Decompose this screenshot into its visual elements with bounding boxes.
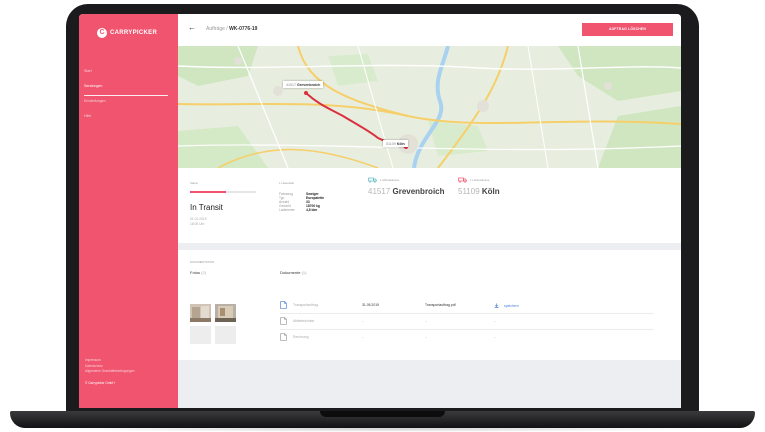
sidebar-item-einstellungen[interactable]: Einstellungen <box>84 96 168 111</box>
document-date: – <box>362 335 364 339</box>
document-row[interactable]: Ablieferschein – – – <box>280 314 654 330</box>
document-row[interactable]: Transportauftrag 31.05.2019 Transportauf… <box>280 298 654 314</box>
document-icon <box>280 317 287 325</box>
sidebar-item-start[interactable]: Start <box>84 66 168 81</box>
sidebar: C CARRYPICKER Start Sendungen Einstellun… <box>79 14 178 408</box>
status-time: 18:00 Uhr <box>190 221 205 226</box>
photo-placeholder <box>190 326 211 344</box>
map-destination-label: 51109 Köln <box>383 140 408 147</box>
save-document-button[interactable]: speichern <box>494 303 519 308</box>
document-action: – <box>494 335 496 339</box>
document-name: Rechnung <box>293 335 309 339</box>
document-date: – <box>362 319 364 323</box>
app-screen: C CARRYPICKER Start Sendungen Einstellun… <box>79 14 681 408</box>
carrypicker-logo-icon: C <box>97 28 107 38</box>
photo-thumbnail[interactable] <box>190 304 211 322</box>
back-arrow-icon[interactable]: ← <box>188 24 196 32</box>
pickup-zip: 41517 <box>368 187 391 196</box>
brand-logo[interactable]: C CARRYPICKER <box>97 28 157 38</box>
document-date: 31.05.2019 <box>362 303 379 307</box>
load-details: Fahrzeug Sweiger Typ Europalette Anzahl … <box>279 192 324 212</box>
pallet-photo-icon <box>215 304 236 322</box>
pallet-photo-icon <box>190 304 211 322</box>
breadcrumb-parent[interactable]: Aufträge <box>206 26 225 32</box>
delivery-truck-icon <box>458 177 467 183</box>
brand-name: CARRYPICKER <box>110 30 158 36</box>
document-action: – <box>494 319 496 323</box>
delivery-label: 1 Lieferadresse <box>470 178 490 182</box>
photo-placeholder <box>215 326 236 344</box>
status-datetime: 01.01.2019 18:00 Uhr <box>190 217 207 226</box>
pickup-label: 1 Abholadresse <box>380 178 400 182</box>
pickup-city: Grevenbroich <box>392 187 445 196</box>
copyright: © Carrypicker GmbH <box>85 380 115 385</box>
delivery-city: Köln <box>481 187 500 196</box>
delete-order-button[interactable]: AUFTRAG LÖSCHEN <box>582 23 673 36</box>
load-label: 1 Ladestelle <box>279 181 295 185</box>
status-date: 01.01.2019 <box>190 217 207 221</box>
status-progress-fill <box>190 191 227 193</box>
shipment-info-card: Status In Transit 01.01.2019 18:00 Uhr 1… <box>178 168 681 243</box>
documentation-card: DOKUMENTATION Fotos (2) Dokumente (1) Tr… <box>178 250 681 360</box>
sidebar-footer: Impressum Datenschutz Allgemeine Geschäf… <box>85 358 173 385</box>
laptop-notch <box>320 411 445 417</box>
document-file: – <box>425 319 427 323</box>
photos-heading: Fotos (2) <box>190 270 207 275</box>
status-value: In Transit <box>190 203 223 212</box>
document-row[interactable]: Rechnung – – – <box>280 330 654 346</box>
document-name: Transportauftrag <box>293 303 318 307</box>
document-file: – <box>425 335 427 339</box>
load-row: Lademeter 4,8 ldm <box>279 208 318 213</box>
route-map[interactable]: 41517 Grevenbroich 51109 Köln <box>178 46 681 168</box>
delivery-zip: 51109 <box>458 187 480 196</box>
footer-link-agb[interactable]: Allgemeine Geschäftsbedingungen <box>85 369 173 375</box>
map-canvas <box>178 46 681 168</box>
pickup-truck-icon <box>368 177 377 183</box>
laptop-shadow <box>40 426 725 432</box>
document-name: Ablieferschein <box>293 319 315 323</box>
download-icon <box>494 303 499 308</box>
photo-thumbnail[interactable] <box>215 304 236 322</box>
breadcrumb-current: WK-0776-19 <box>229 26 258 32</box>
delivery-address: 1 Lieferadresse 51109 Köln <box>458 177 500 196</box>
document-icon <box>280 301 287 309</box>
document-file[interactable]: Transportauftrag.pdf <box>425 303 456 307</box>
documentation-title: DOKUMENTATION <box>190 260 215 264</box>
documents-heading: Dokumente (1) <box>280 270 307 275</box>
map-origin-label: 41517 Grevenbroich <box>283 81 324 88</box>
document-icon <box>280 333 287 341</box>
sidebar-nav: Start Sendungen Einstellungen Hilfe <box>84 66 168 126</box>
top-bar: ← Aufträge / WK-0776-19 AUFTRAG LÖSCHEN <box>178 14 681 46</box>
status-progress-bar <box>190 191 256 193</box>
sidebar-item-sendungen[interactable]: Sendungen <box>84 81 168 96</box>
status-label: Status <box>190 181 198 185</box>
breadcrumb: Aufträge / WK-0776-19 <box>206 26 257 32</box>
pickup-address: 1 Abholadresse 41517 Grevenbroich <box>368 177 445 196</box>
sidebar-item-hilfe[interactable]: Hilfe <box>84 111 168 126</box>
